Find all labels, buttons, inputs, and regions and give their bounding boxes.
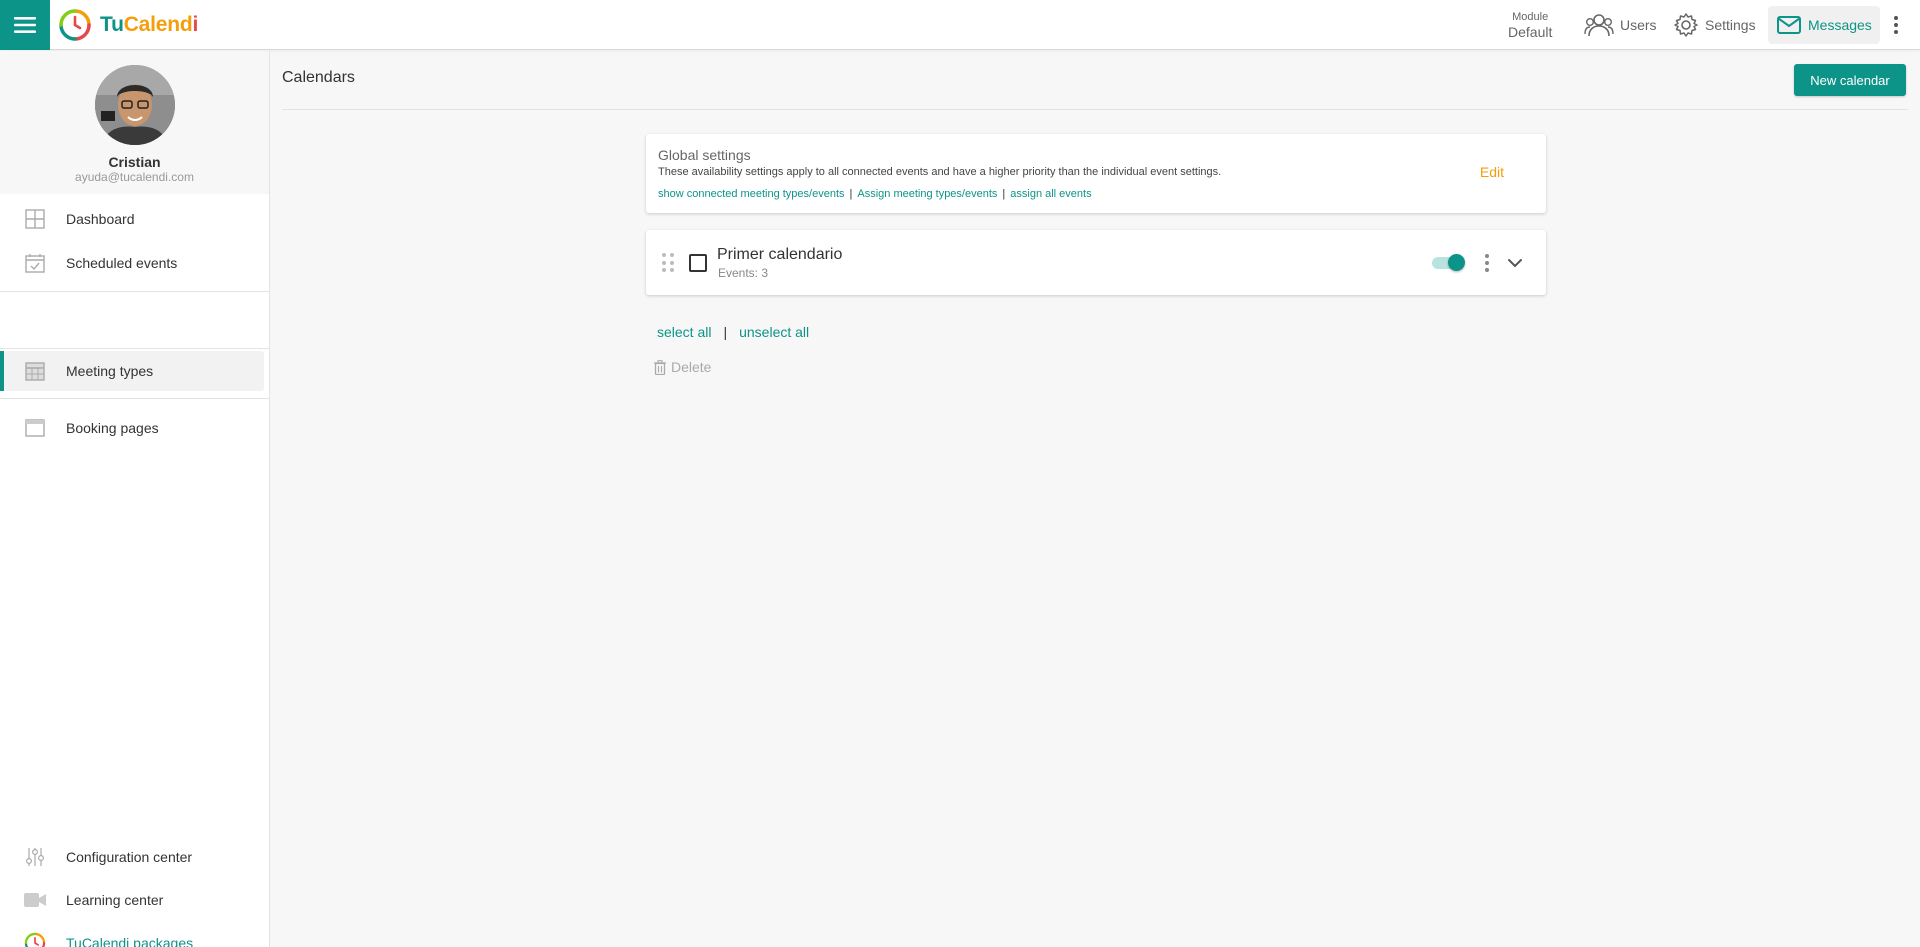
sidebar-item-scheduled-events[interactable]: Scheduled events (4, 243, 264, 283)
link-separator: | (849, 188, 853, 200)
nav-messages-label: Messages (1808, 17, 1872, 33)
global-settings-card: Global settings These availability setti… (646, 134, 1546, 213)
sidebar-item-label: TuCalendi packages (66, 935, 194, 947)
browser-window-icon (24, 417, 46, 439)
profile-card: Cristian ayuda@tucalendi.com (0, 51, 269, 194)
gear-icon (1674, 13, 1698, 37)
global-settings-description: These availability settings apply to all… (658, 166, 1222, 178)
chevron-down-icon[interactable] (1506, 254, 1524, 272)
sidebar-divider (0, 348, 269, 349)
sidebar: Cristian ayuda@tucalendi.com Dashboard S… (0, 51, 270, 947)
sidebar-item-label: Configuration center (66, 849, 193, 865)
calendar-grid-icon (24, 360, 46, 382)
sidebar-item-tucalendi-packages[interactable]: TuCalendi packages (4, 923, 264, 947)
sidebar-item-dashboard[interactable]: Dashboard (4, 199, 264, 239)
calendar-events-count: Events: 3 (718, 266, 769, 280)
menu-toggle-button[interactable] (0, 0, 50, 50)
sidebar-item-learning-center[interactable]: Learning center (4, 880, 264, 920)
sidebar-item-label: Dashboard (66, 211, 135, 227)
calendar-enabled-toggle[interactable] (1432, 254, 1466, 271)
sidebar-item-label: Booking pages (66, 420, 159, 436)
edit-global-settings-link[interactable]: Edit (1480, 164, 1504, 180)
sidebar-item-meeting-types[interactable]: Meeting types (4, 351, 264, 391)
module-selector[interactable]: Module Default (1508, 11, 1553, 40)
dashboard-icon (24, 208, 46, 230)
delete-label: Delete (671, 359, 712, 375)
link-separator: | (1002, 188, 1006, 200)
nav-messages[interactable]: Messages (1768, 6, 1880, 44)
hamburger-icon (14, 17, 36, 33)
global-settings-title: Global settings (658, 147, 751, 163)
module-label: Module (1512, 11, 1549, 23)
select-all-link[interactable]: select all (657, 324, 711, 340)
sidebar-item-label: Scheduled events (66, 255, 178, 271)
video-camera-icon (24, 889, 46, 911)
sidebar-divider (0, 291, 269, 292)
envelope-icon (1777, 16, 1801, 34)
module-value: Default (1508, 24, 1553, 40)
calendar-options-button[interactable] (1482, 252, 1492, 274)
nav-users[interactable]: Users (1576, 6, 1665, 44)
selection-separator: | (723, 324, 728, 340)
sidebar-item-booking-pages[interactable]: Booking pages (4, 408, 264, 448)
nav-users-label: Users (1620, 17, 1657, 33)
tucalendi-logo-icon (59, 9, 91, 41)
more-options-button[interactable] (1888, 12, 1904, 38)
new-calendar-button[interactable]: New calendar (1794, 64, 1906, 96)
title-divider (282, 109, 1908, 110)
brand-name-part: i (192, 13, 199, 36)
sidebar-item-label: Learning center (66, 892, 164, 908)
sidebar-item-configuration-center[interactable]: Configuration center (4, 837, 264, 877)
brand-logo[interactable]: TuCalendi (58, 8, 198, 42)
brand-name-part: Calend (123, 13, 193, 36)
top-bar: TuCalendi Module Default Users Settings … (0, 0, 1920, 50)
calendar-checkbox[interactable] (689, 254, 707, 272)
brand-name: TuCalendi (100, 13, 198, 37)
sidebar-divider (0, 398, 269, 399)
calendar-name: Primer calendario (717, 246, 843, 263)
tucalendi-logo-icon (24, 932, 46, 947)
trash-icon (654, 359, 666, 375)
profile-email: ayuda@tucalendi.com (75, 170, 194, 184)
avatar[interactable] (95, 65, 175, 145)
sidebar-item-label: Meeting types (66, 363, 154, 379)
drag-handle-icon[interactable] (662, 253, 674, 273)
brand-name-part: Tu (100, 13, 124, 36)
users-icon (1584, 14, 1614, 37)
sliders-icon (24, 846, 46, 868)
selection-controls: select all | unselect all (657, 324, 809, 340)
assign-meeting-types-link[interactable]: Assign meeting types/events (857, 188, 997, 200)
assign-all-events-link[interactable]: assign all events (1010, 188, 1091, 200)
nav-settings-label: Settings (1705, 17, 1756, 33)
nav-settings[interactable]: Settings (1665, 6, 1764, 44)
profile-name: Cristian (108, 154, 161, 170)
avatar-image (95, 65, 175, 145)
calendar-check-icon (24, 252, 46, 274)
unselect-all-link[interactable]: unselect all (739, 324, 809, 340)
global-settings-links: show connected meeting types/events | As… (658, 188, 1092, 200)
calendar-row: Primer calendario Events: 3 (646, 230, 1546, 295)
page-title: Calendars (282, 69, 355, 86)
show-connected-link[interactable]: show connected meeting types/events (658, 188, 845, 200)
delete-button[interactable]: Delete (653, 359, 711, 375)
